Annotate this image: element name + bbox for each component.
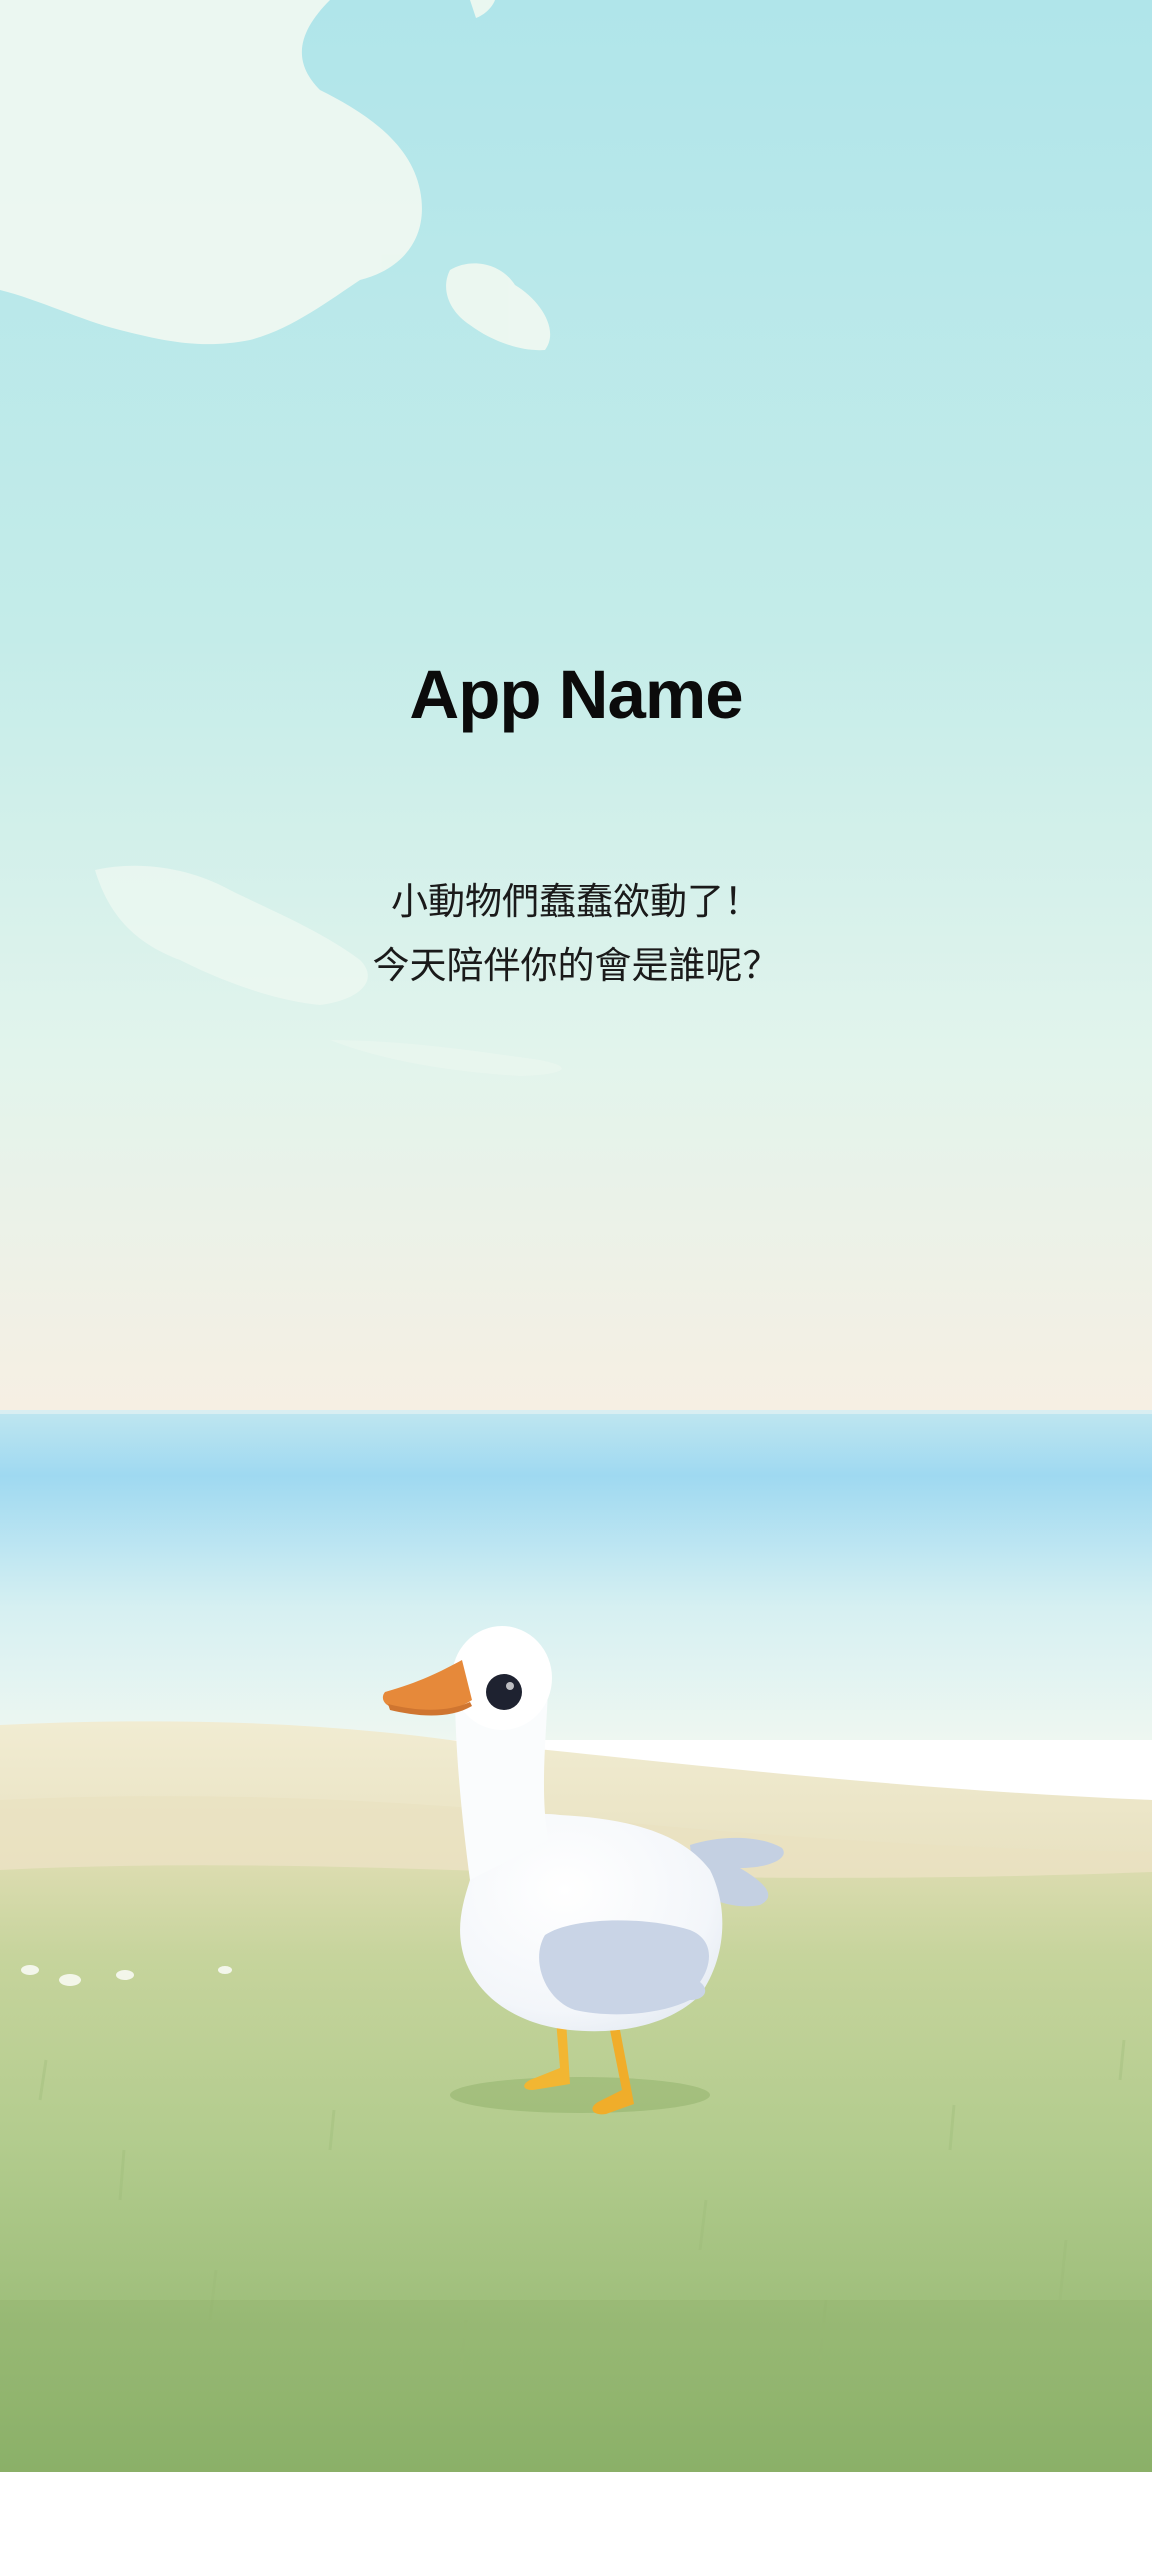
subtitle-line-1: 小動物們蠢蠢欲動了！ <box>391 880 761 923</box>
app-title: App Name <box>409 656 743 733</box>
goose-wing <box>539 1920 710 2015</box>
subtitle-line-2: 今天陪伴你的會是誰呢？ <box>372 944 780 987</box>
sea <box>0 1410 1152 1740</box>
goose-eye <box>486 1674 522 1710</box>
splash-screen: App Name 小動物們蠢蠢欲動了！ 今天陪伴你的會是誰呢？ <box>0 0 1152 2553</box>
background-scene <box>0 0 1152 2472</box>
app-subtitle: 小動物們蠢蠢欲動了！ 今天陪伴你的會是誰呢？ <box>0 870 1152 998</box>
